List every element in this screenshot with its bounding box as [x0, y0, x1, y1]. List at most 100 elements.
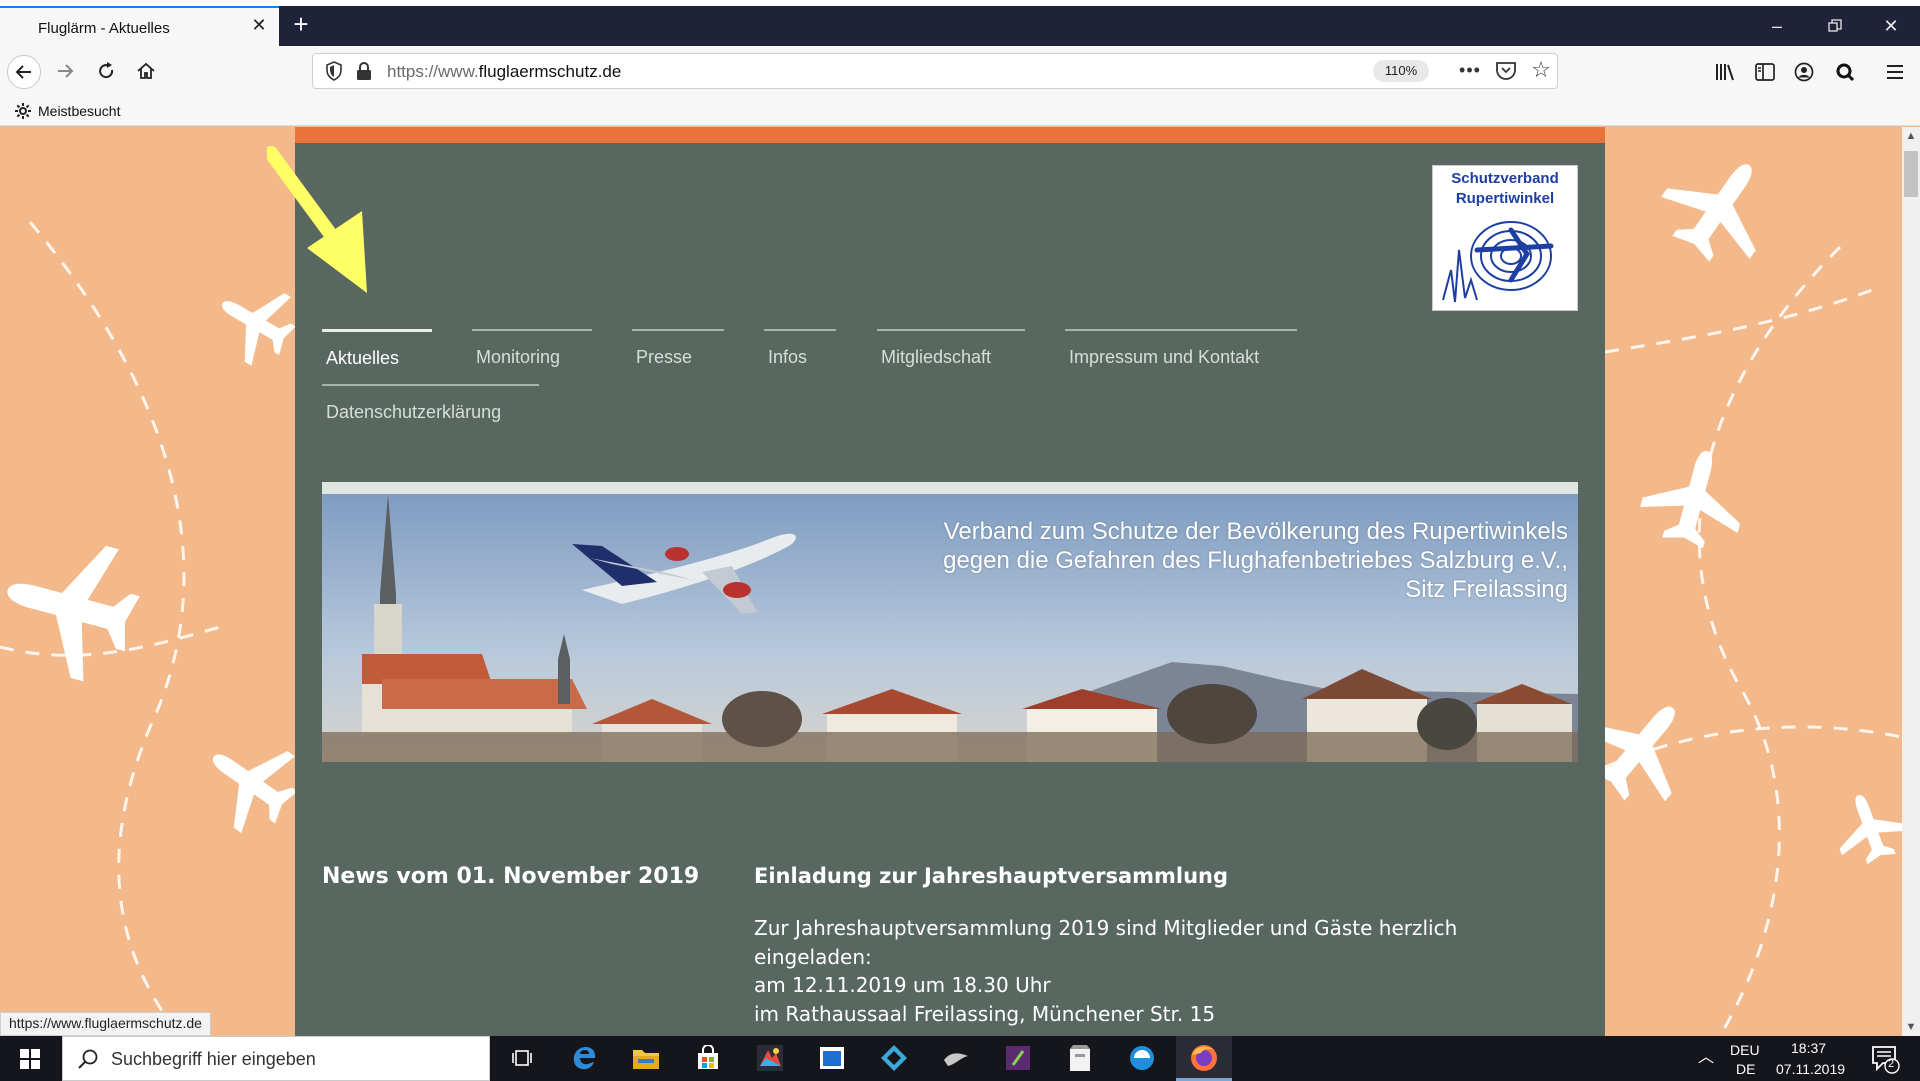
- pocket-icon[interactable]: [1493, 58, 1519, 84]
- clock-time[interactable]: 18:37: [1791, 1040, 1826, 1056]
- url-scheme: https://www.: [387, 62, 479, 81]
- taskbar-firefox[interactable]: [1176, 1036, 1232, 1081]
- site-logo[interactable]: Schutzverband Rupertiwinkel: [1432, 165, 1578, 311]
- vertical-scrollbar[interactable]: ▲ ▼: [1902, 127, 1920, 1036]
- article-text-line: im Rathaussaal Freilassing, Münchener St…: [754, 1001, 1216, 1026]
- minimize-button[interactable]: –: [1757, 12, 1797, 40]
- new-tab-button[interactable]: +: [288, 10, 314, 40]
- taskbar-photo-app[interactable]: [742, 1036, 798, 1081]
- page-viewport[interactable]: Schutzverband Rupertiwinkel Aktuelles Mo…: [0, 127, 1902, 1036]
- logo-text-line-2: Rupertiwinkel: [1455, 190, 1555, 207]
- bookmarks-toolbar: Meistbesucht: [0, 96, 1920, 126]
- input-language[interactable]: DEU: [1730, 1042, 1760, 1058]
- restore-button[interactable]: [1815, 12, 1855, 40]
- taskbar-kodi[interactable]: [866, 1036, 922, 1081]
- article-text-line: am 12.11.2019 um 18.30 Uhr: [754, 973, 1051, 997]
- logo-emblem-icon: [1442, 221, 1554, 303]
- forward-icon: [58, 64, 74, 78]
- notification-count: 2: [1888, 1058, 1895, 1070]
- library-icon: [1716, 64, 1734, 81]
- navigation-toolbar: https://www.fluglaermschutz.de 110% ••• …: [0, 46, 1920, 96]
- browser-tab-active[interactable]: Fluglärm - Aktuelles ✕: [0, 6, 279, 46]
- folder-icon: [633, 1050, 659, 1069]
- url-text[interactable]: https://www.fluglaermschutz.de: [387, 62, 621, 82]
- nav-item-presse[interactable]: Presse: [632, 329, 724, 373]
- windows-start-icon: [20, 1049, 40, 1069]
- lock-icon[interactable]: [355, 61, 373, 81]
- blue-circle-app-icon: [1130, 1046, 1154, 1070]
- tab-title: Fluglärm - Aktuelles: [38, 20, 170, 37]
- address-bar[interactable]: https://www.fluglaermschutz.de 110% ••• …: [312, 53, 1558, 89]
- taskbar-search-box[interactable]: Suchbegriff hier eingeben: [62, 1036, 490, 1081]
- kodi-icon: [881, 1045, 907, 1071]
- photo-app-icon: [757, 1045, 783, 1071]
- nav-item-impressum-kontakt[interactable]: Impressum und Kontakt: [1065, 329, 1297, 373]
- forward-button[interactable]: [48, 55, 82, 89]
- home-button[interactable]: [129, 55, 163, 89]
- reload-button[interactable]: [89, 55, 123, 89]
- archive-app-icon: [1070, 1045, 1090, 1071]
- nav-item-mitgliedschaft[interactable]: Mitgliedschaft: [877, 329, 1025, 373]
- hero-tagline-line-1: Verband zum Schutze der Bevölkerung des …: [943, 518, 1568, 545]
- tab-close-icon[interactable]: ✕: [248, 14, 270, 36]
- hero-tagline-line-3: Sitz Freilassing: [1405, 576, 1568, 603]
- account-icon: [1794, 62, 1814, 82]
- nav-item-monitoring[interactable]: Monitoring: [472, 329, 592, 373]
- taskbar-app-bird[interactable]: [928, 1036, 984, 1081]
- shield-icon[interactable]: [323, 60, 345, 82]
- scroll-down-arrow-icon[interactable]: ▼: [1902, 1018, 1920, 1036]
- extension-button[interactable]: [1830, 58, 1860, 86]
- article-text-line: Zur Jahreshauptversammlung 2019 sind Mit…: [754, 916, 1458, 940]
- main-navigation: Aktuelles Monitoring Presse Infos Mitgli…: [322, 329, 1582, 439]
- bookmark-most-visited[interactable]: Meistbesucht: [14, 101, 120, 121]
- edge-icon: [573, 1047, 596, 1070]
- taskbar-store[interactable]: [680, 1036, 736, 1081]
- back-icon: [15, 65, 31, 79]
- taskbar-edge[interactable]: [556, 1036, 612, 1081]
- taskbar-app-purple[interactable]: [990, 1036, 1046, 1081]
- news-date-heading: News vom 01. November 2019: [322, 864, 700, 889]
- account-button[interactable]: [1789, 58, 1819, 86]
- keyboard-layout[interactable]: DE: [1736, 1061, 1755, 1077]
- start-button[interactable]: [0, 1036, 60, 1081]
- tray-overflow-chevron-icon[interactable]: ︿: [1694, 1044, 1718, 1072]
- scrollbar-thumb[interactable]: [1904, 151, 1918, 197]
- hero-banner: Verband zum Schutze der Bevölkerung des …: [322, 482, 1578, 762]
- back-button[interactable]: [7, 55, 41, 89]
- tab-strip: Fluglärm - Aktuelles ✕ + – ✕: [0, 0, 1920, 46]
- taskbar-app-archive[interactable]: [1052, 1036, 1108, 1081]
- taskbar-app-circle[interactable]: [1114, 1036, 1170, 1081]
- menu-button[interactable]: [1880, 58, 1910, 86]
- close-window-button[interactable]: ✕: [1871, 12, 1911, 40]
- sidebar-button[interactable]: [1750, 58, 1780, 86]
- status-link-url: https://www.fluglaermschutz.de: [0, 1012, 211, 1036]
- page-actions-button[interactable]: •••: [1455, 56, 1485, 86]
- taskbar-app-blue[interactable]: [804, 1036, 860, 1081]
- nav-item-aktuelles[interactable]: Aktuelles: [322, 329, 432, 373]
- firefox-icon: [1191, 1045, 1217, 1071]
- star-icon[interactable]: ☆: [1528, 57, 1554, 83]
- window-app-icon: [820, 1047, 844, 1069]
- library-button[interactable]: [1710, 58, 1740, 86]
- hero-tagline-line-2: gegen die Gefahren des Flughafenbetriebe…: [943, 547, 1568, 574]
- extension-icon: [1836, 63, 1855, 82]
- bird-app-icon: [944, 1053, 968, 1066]
- action-center-button[interactable]: 2: [1868, 1042, 1902, 1076]
- zoom-level-badge[interactable]: 110%: [1373, 60, 1429, 82]
- clock-date[interactable]: 07.11.2019: [1776, 1061, 1845, 1077]
- logo-text-line-1: Schutzverband: [1451, 170, 1559, 187]
- home-icon: [137, 62, 155, 79]
- scroll-up-arrow-icon[interactable]: ▲: [1902, 127, 1920, 145]
- article-title: Einladung zur Jahreshauptversammlung: [754, 864, 1229, 888]
- task-view-button[interactable]: [494, 1036, 550, 1081]
- search-placeholder: Suchbegriff hier eingeben: [111, 1049, 316, 1069]
- gear-icon: [15, 103, 31, 119]
- nav-item-infos[interactable]: Infos: [764, 329, 836, 373]
- sidebar-icon: [1755, 63, 1775, 81]
- reload-icon: [99, 62, 114, 79]
- article-text-line: eingeladen:: [754, 944, 872, 969]
- url-domain: fluglaermschutz.de: [478, 62, 622, 81]
- taskbar-file-explorer[interactable]: [618, 1036, 674, 1081]
- restore-icon: [1828, 19, 1842, 32]
- nav-item-datenschutz[interactable]: Datenschutzerklärung: [322, 384, 539, 428]
